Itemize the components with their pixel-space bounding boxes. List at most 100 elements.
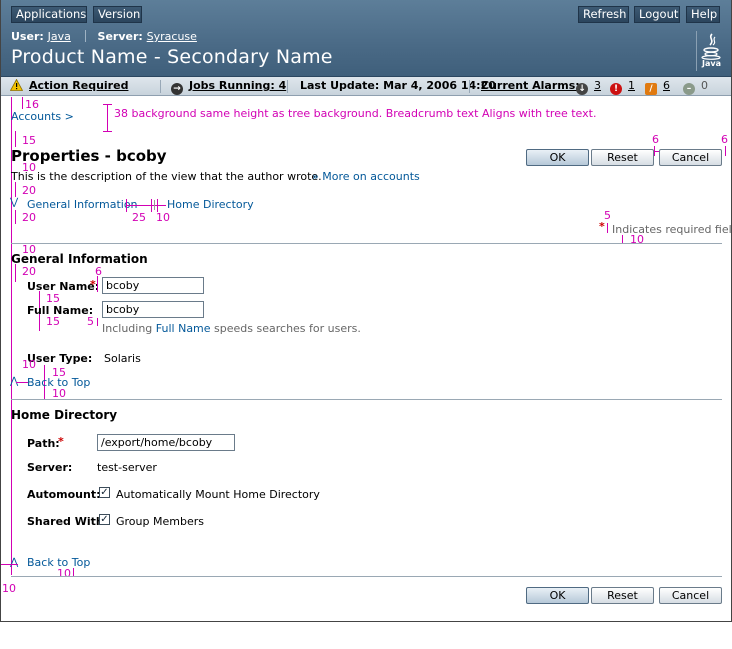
user-link[interactable]: Java (48, 30, 71, 43)
user-name-input[interactable]: bcoby (102, 277, 204, 294)
redline-marker (0, 564, 18, 565)
critical-alarm-count[interactable]: 1 (628, 79, 635, 93)
redline-label: 15 (46, 315, 60, 328)
automount-text: Automatically Mount Home Directory (116, 488, 320, 501)
user-type-label: User Type: (27, 352, 93, 365)
status-divider (469, 80, 470, 93)
redline-marker (103, 131, 112, 132)
section-title-home: Home Directory (11, 408, 118, 422)
version-button[interactable]: Version (93, 6, 142, 23)
help-button[interactable]: Help (686, 6, 720, 23)
reset-button[interactable]: Reset (591, 149, 654, 166)
masthead: Applications Version Refresh Logout Help… (0, 0, 732, 77)
redline-marker (97, 276, 98, 292)
current-alarms-label[interactable]: Current Alarms: (481, 79, 580, 93)
redline-label: 20 (22, 211, 36, 224)
shared-with-label: Shared With: (27, 515, 109, 528)
redline-marker (607, 223, 608, 233)
redline-marker (103, 104, 112, 105)
more-on-accounts-label: More on accounts (322, 170, 420, 183)
page-description: This is the description of the view that… (11, 170, 322, 183)
minor-alarm-icon: – (683, 79, 695, 95)
redline-label: 20 (22, 265, 36, 278)
redline-marker (15, 210, 16, 224)
redline-label: 6 (721, 133, 728, 146)
double-chevron-up-icon: ⋀ (10, 557, 19, 568)
redline-label: 38 background same height as tree backgr… (114, 107, 597, 120)
section-divider (11, 576, 722, 577)
automount-label: Automount: (27, 488, 101, 501)
refresh-button[interactable]: Refresh (578, 6, 629, 23)
user-label: User: (11, 30, 44, 43)
logout-button[interactable]: Logout (634, 6, 680, 23)
redline-label: 6 (652, 133, 659, 146)
action-required-link[interactable]: Action Required (29, 79, 128, 93)
full-name-help-text: Including Full Name speeds searches for … (102, 322, 361, 335)
java-logo-text: Java (702, 59, 721, 68)
section-divider (11, 243, 722, 244)
section-title-general: General Information (11, 252, 148, 266)
ok-button-bottom[interactable]: OK (526, 587, 589, 604)
automount-checkbox[interactable]: ✓ (99, 487, 110, 498)
shared-with-text: Group Members (116, 515, 204, 528)
redline-marker (15, 131, 16, 147)
redline-marker (725, 146, 726, 156)
cancel-button-bottom[interactable]: Cancel (659, 587, 722, 604)
breadcrumb-accounts-link[interactable]: Accounts > (11, 110, 74, 123)
redline-marker (15, 264, 16, 282)
path-label: Path: (27, 437, 60, 450)
redline-marker (107, 104, 108, 132)
jump-home-directory-link[interactable]: Home Directory (167, 198, 254, 211)
help-text-prefix: Including (102, 322, 156, 335)
jump-general-information-link[interactable]: General Information (27, 198, 138, 211)
cancel-button[interactable]: Cancel (659, 149, 722, 166)
help-text-suffix: speeds searches for users. (210, 322, 361, 335)
more-on-accounts-link[interactable]: » More on accounts (312, 170, 420, 183)
java-logo-icon: Java (696, 31, 724, 71)
full-name-help-link[interactable]: Full Name (156, 322, 211, 335)
full-name-label: Full Name: (27, 304, 94, 317)
path-input[interactable]: /export/home/bcoby (97, 434, 235, 451)
redline-marker (622, 235, 623, 243)
redline-left-guide (11, 97, 12, 575)
server-value: test-server (97, 461, 157, 474)
warning-icon (9, 78, 24, 95)
jobs-running-link[interactable]: Jobs Running: 4 (189, 79, 286, 93)
status-bar: Action Required → Jobs Running: 4 Last U… (0, 77, 732, 96)
redline-label: 5 (604, 209, 611, 222)
applications-button[interactable]: Applications (11, 6, 87, 23)
reset-button-bottom[interactable]: Reset (591, 587, 654, 604)
jump-links-divider (154, 200, 155, 210)
full-name-input[interactable]: bcoby (102, 301, 204, 318)
user-server-info: User: Java Server: Syracuse (11, 30, 197, 43)
minor-alarm-count: 0 (701, 79, 708, 92)
server-label: Server: (97, 30, 143, 43)
required-asterisk-icon: * (90, 278, 96, 291)
arrow-right-icon: → (171, 79, 183, 95)
status-divider (287, 80, 288, 93)
redline-label: 10 (156, 211, 170, 224)
down-alarm-icon: ↓ (576, 79, 588, 95)
status-divider (160, 80, 161, 93)
critical-alarm-icon: ! (610, 79, 622, 95)
shared-with-checkbox[interactable]: ✓ (99, 514, 110, 525)
major-alarm-icon: / (645, 79, 657, 95)
major-alarm-count[interactable]: 6 (663, 79, 670, 93)
redline-marker (15, 182, 16, 197)
double-chevron-down-icon: ⋁ (10, 197, 19, 208)
last-update-text: Last Update: Mar 4, 2006 14:20 (300, 79, 496, 92)
redline-marker (97, 318, 98, 326)
user-type-value: Solaris (104, 352, 141, 365)
redline-label: 10 (22, 358, 36, 371)
user-name-label: User Name: (27, 280, 100, 293)
redline-label: 25 (132, 211, 146, 224)
ok-button[interactable]: OK (526, 149, 589, 166)
server-link[interactable]: Syracuse (147, 30, 197, 43)
section-divider (11, 399, 722, 400)
redline-marker (126, 199, 127, 212)
server-label: Server: (27, 461, 73, 474)
down-alarm-count[interactable]: 3 (594, 79, 601, 93)
redline-marker (73, 568, 74, 576)
redline-label: 15 (22, 134, 36, 147)
product-name: Product Name - Secondary Name (11, 46, 333, 68)
